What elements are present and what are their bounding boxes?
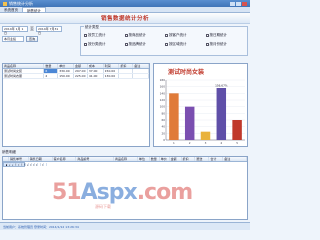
summary-table[interactable]: 商品名称 数量 单价 金额 成本 利润 折扣 备注 测试时尚女装 6 330.0… bbox=[2, 63, 150, 147]
x-tick-label: 3 bbox=[205, 141, 207, 145]
x-tick-label: 5 bbox=[236, 141, 238, 145]
detail-col-header[interactable]: 数量 bbox=[150, 157, 160, 161]
x-tick-label: 4 bbox=[220, 141, 222, 145]
detail-col-header[interactable]: 商品编号 bbox=[76, 157, 115, 161]
checkbox-icon bbox=[124, 34, 128, 37]
watermark-logo: 51Aspx.com bbox=[52, 180, 193, 205]
y-tick-label: 0 bbox=[163, 138, 165, 142]
option-month[interactable]: 按月份统计 bbox=[205, 42, 247, 47]
y-tick-label: 40 bbox=[161, 125, 165, 129]
y-tick-label: 160 bbox=[160, 85, 166, 89]
y-tick-label: 20 bbox=[161, 131, 165, 135]
table-row[interactable]: ▶20140726112014/1/12 17:33测试时尚女装14031417… bbox=[3, 162, 47, 167]
window-titlebar: 销售统计分析 bbox=[0, 0, 250, 7]
option-employee[interactable]: 按员工统计 bbox=[84, 33, 125, 38]
tab-sales-stats[interactable]: 销售统计 bbox=[22, 7, 46, 13]
detail-col-header[interactable]: 折扣 bbox=[182, 157, 196, 161]
y-tick-label: 120 bbox=[160, 98, 166, 102]
y-tick-label: 100 bbox=[160, 105, 166, 109]
detail-col-header[interactable]: 金额 bbox=[170, 157, 182, 161]
watermark-subtext: 源码下载 bbox=[95, 204, 111, 209]
checkbox-icon bbox=[84, 34, 87, 37]
detail-col-header[interactable]: 赠送 bbox=[195, 157, 210, 161]
detail-col-header[interactable]: 合计 bbox=[209, 157, 224, 161]
bar bbox=[200, 131, 211, 140]
checkbox-icon bbox=[205, 34, 209, 37]
y-tick-label: 140 bbox=[160, 91, 166, 95]
y-tick-label: 180 bbox=[160, 78, 166, 82]
window-title: 销售统计分析 bbox=[9, 0, 33, 6]
option-date[interactable]: 按日期统计 bbox=[205, 33, 247, 38]
page-title: 销售数据统计分析 bbox=[0, 13, 250, 24]
y-tick-label: 60 bbox=[161, 118, 165, 122]
date-to-picker[interactable]: 2014年 7月31日 bbox=[36, 26, 62, 35]
detail-col-header[interactable]: 备注 bbox=[223, 157, 247, 161]
data-label: 156.67% bbox=[215, 84, 228, 88]
option-brand[interactable]: 按品牌统计 bbox=[124, 42, 166, 47]
detail-col-header[interactable]: 销售单号 bbox=[9, 157, 29, 161]
table-row[interactable]: 测试时尚衣服 2 150.00 225.00 41.00 130.00 bbox=[3, 74, 150, 79]
chart-svg: 测试时尚女装180 160 140 120 100 80 60 40 20 0 1 2 3 4 156.67… bbox=[160, 68, 245, 145]
detail-col-header[interactable]: 客户名称 bbox=[53, 157, 77, 161]
bar bbox=[184, 106, 195, 140]
y-tick-label: 80 bbox=[161, 111, 165, 115]
option-region[interactable]: 按区域统计 bbox=[165, 42, 206, 47]
detail-section-title: 销售明细 bbox=[2, 150, 16, 154]
checkbox-icon bbox=[84, 43, 87, 46]
detail-col-header[interactable]: 单位 bbox=[138, 157, 150, 161]
x-tick-label: 1 bbox=[173, 141, 175, 145]
range-separator: 至 bbox=[30, 26, 34, 31]
detail-col-header[interactable]: 销售日期 bbox=[29, 157, 53, 161]
option-product[interactable]: 按商品统计 bbox=[124, 33, 166, 38]
period-select[interactable]: 本月业绩 bbox=[2, 36, 24, 42]
x-tick-label: 2 bbox=[189, 141, 191, 145]
chart-title: 测试时尚女装 bbox=[168, 68, 204, 76]
status-bar: 当前用户：系统管理员 登录时间：2014/1/12 13:26:34 bbox=[0, 222, 250, 230]
minimize-button[interactable] bbox=[230, 1, 235, 6]
tab-home[interactable]: 系统首页 bbox=[0, 7, 22, 12]
table-cell bbox=[44, 163, 47, 166]
query-button[interactable]: 查询 bbox=[26, 36, 38, 42]
option-customer[interactable]: 按客户统计 bbox=[165, 33, 206, 38]
option-category[interactable]: 按分类统计 bbox=[84, 42, 125, 47]
stat-type-title: 统计类型 bbox=[84, 25, 100, 30]
close-button[interactable] bbox=[242, 1, 247, 6]
checkbox-icon bbox=[205, 43, 209, 46]
bar bbox=[232, 120, 242, 140]
detail-col-header[interactable]: 单价 bbox=[160, 157, 170, 161]
stat-type-group: 统计类型 按员工统计 按商品统计 按客户统计 按日期统计 按分类统计 按品牌统计… bbox=[80, 25, 248, 56]
bar bbox=[216, 88, 227, 140]
checkbox-icon bbox=[165, 43, 168, 46]
maximize-button[interactable] bbox=[236, 1, 241, 6]
checkbox-icon bbox=[124, 43, 128, 46]
bar bbox=[169, 93, 179, 140]
filter-panel: 2014年 1月 1日 至 2014年 7月31日 本月业绩 查询 bbox=[2, 26, 78, 54]
date-from-picker[interactable]: 2014年 1月 1日 bbox=[2, 26, 28, 35]
sales-chart: 测试时尚女装 180 160 140 120 100 80 60 40 20 0 1 2 3 4 156.67… bbox=[153, 63, 248, 147]
app-icon bbox=[3, 1, 7, 6]
checkbox-icon bbox=[165, 34, 168, 37]
detail-col-header[interactable]: 商品名称 bbox=[114, 157, 138, 161]
